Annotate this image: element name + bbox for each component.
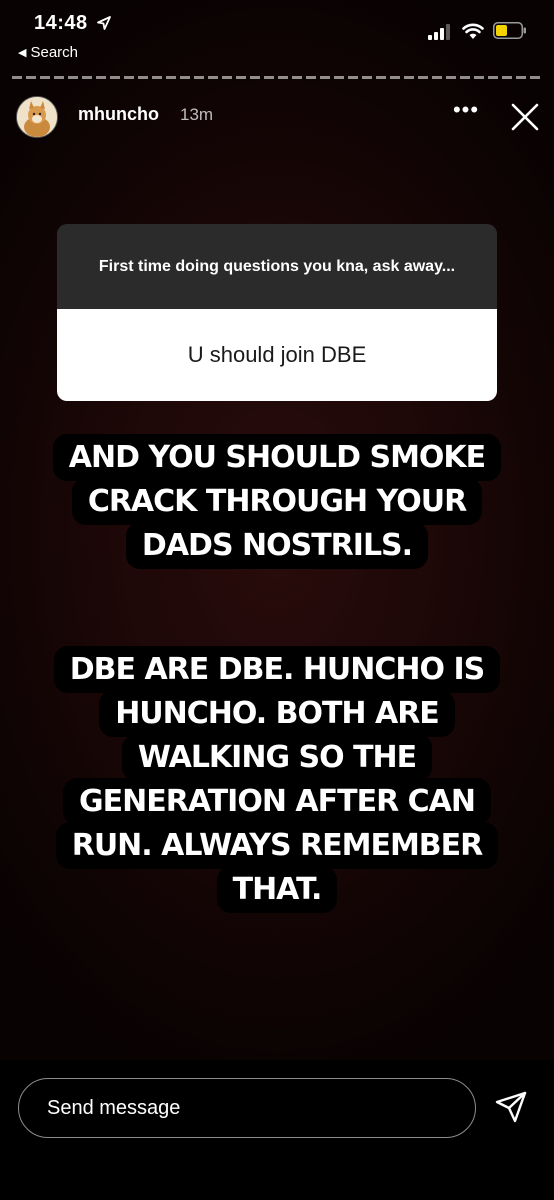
sticker-answer: U should join DBE (57, 309, 497, 401)
question-sticker[interactable]: First time doing questions you kna, ask … (57, 224, 497, 401)
story-timestamp: 13m (180, 105, 214, 124)
status-bar: 14:48 ◀ Search (0, 0, 554, 70)
more-options-icon[interactable]: ••• (452, 99, 480, 130)
status-time: 14:48 (34, 12, 88, 34)
avatar[interactable] (16, 96, 58, 138)
caption-block-2: DBE ARE DBE. HUNCHO IS HUNCHO. BOTH ARE … (40, 646, 514, 913)
back-to-search-link[interactable]: ◀ Search (18, 44, 78, 61)
story-progress-bar (12, 76, 542, 79)
cellular-signal-icon (428, 24, 450, 40)
send-message-placeholder: Send message (47, 1096, 181, 1119)
caption-text-1: AND YOU SHOULD SMOKE CRACK THROUGH YOUR … (52, 434, 502, 569)
location-arrow-icon (97, 16, 111, 30)
battery-icon (493, 22, 526, 39)
send-message-input[interactable]: Send message (18, 1078, 476, 1138)
username[interactable]: mhuncho (78, 104, 159, 125)
sticker-question: First time doing questions you kna, ask … (57, 224, 497, 309)
caption-text-2: DBE ARE DBE. HUNCHO IS HUNCHO. BOTH ARE … (53, 646, 501, 913)
close-icon[interactable] (508, 100, 542, 134)
send-icon[interactable] (494, 1090, 528, 1124)
wifi-icon (462, 23, 484, 39)
caption-block-1: AND YOU SHOULD SMOKE CRACK THROUGH YOUR … (40, 434, 514, 569)
back-search-label: Search (30, 44, 78, 61)
reply-bar: Send message (0, 1060, 554, 1200)
dog-avatar-icon (17, 97, 57, 137)
back-arrow-icon: ◀ (18, 47, 27, 59)
